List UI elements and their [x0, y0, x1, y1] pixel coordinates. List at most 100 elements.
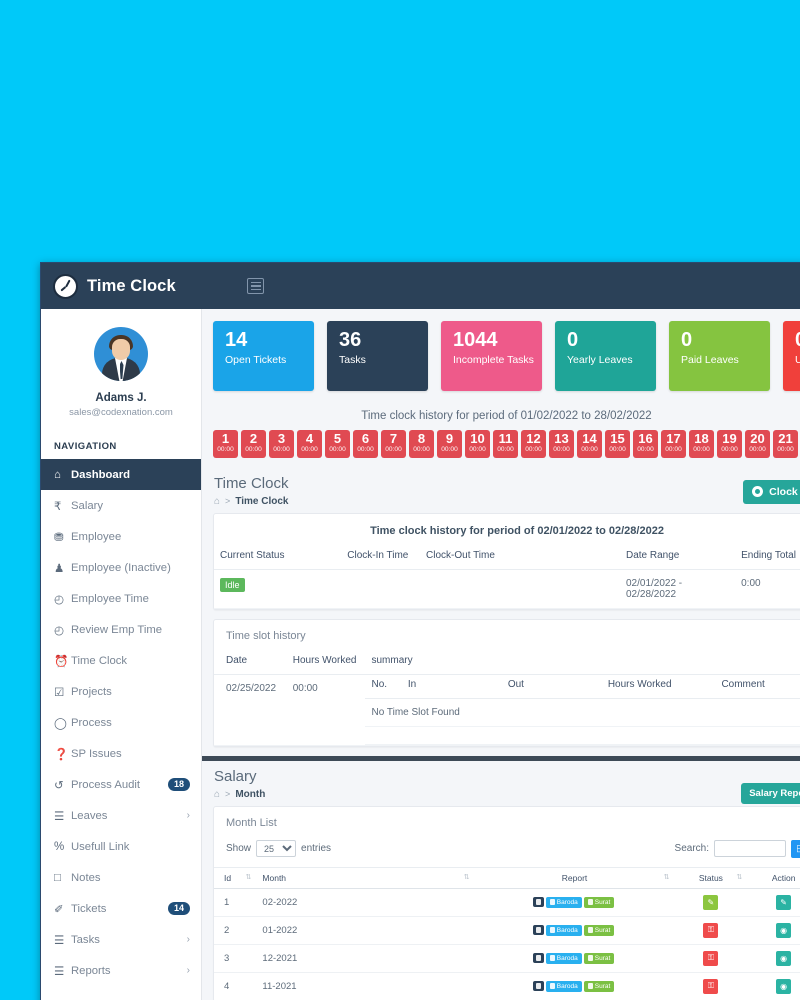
home-icon[interactable]: ⌂	[214, 496, 220, 507]
day-box[interactable]: 11 00:00	[493, 430, 518, 458]
stat-card-paid-leaves[interactable]: 0 Paid Leaves	[669, 321, 770, 391]
th-status[interactable]: Status ⇅	[674, 866, 748, 889]
day-box[interactable]: 6 00:00	[353, 430, 378, 458]
report-tag-baroda[interactable]: Baroda	[545, 980, 582, 992]
search-icon[interactable]: ◱	[791, 839, 800, 858]
stat-card-open-tickets[interactable]: 14 Open Tickets	[213, 321, 314, 391]
day-box[interactable]: 12 00:00	[521, 430, 546, 458]
sidebar-item-time-clock[interactable]: ⏰ Time Clock	[41, 645, 201, 676]
edit-icon[interactable]: ✎	[776, 894, 792, 910]
report-tag-baroda[interactable]: Baroda	[545, 896, 582, 908]
sidebar-item-process[interactable]: ◯ Process	[41, 707, 201, 738]
eye-icon[interactable]: ◉	[776, 978, 792, 994]
sidebar-item-process-audit[interactable]: ↺ Process Audit 18	[41, 769, 201, 800]
sidebar-item-salary[interactable]: ₹ Salary	[41, 490, 201, 521]
eye-icon[interactable]: ◉	[776, 922, 792, 938]
sidebar-item-projects[interactable]: ☑ Projects	[41, 676, 201, 707]
report-tag-surat[interactable]: Surat	[583, 952, 615, 964]
day-box[interactable]: 14 00:00	[577, 430, 602, 458]
home-icon[interactable]: ⌂	[214, 789, 220, 800]
stat-value: 0	[567, 329, 579, 351]
pdf-icon[interactable]	[532, 897, 544, 908]
sidebar-item-review-emp-time[interactable]: ◴ Review Emp Time	[41, 614, 201, 645]
table-row[interactable]: 3 12-2021 Baroda Surat ⚿ ◉	[214, 944, 800, 973]
edit-icon[interactable]: ✎	[703, 894, 719, 910]
sidebar-item-tickets[interactable]: ✐ Tickets 14	[41, 893, 201, 924]
report-tag-surat[interactable]: Surat	[583, 924, 615, 936]
show-label: Show	[226, 843, 252, 855]
sidebar-item-reports[interactable]: ☰ Reports ›	[41, 955, 201, 986]
sidebar-profile: Adams J. sales@codexnation.com	[41, 309, 201, 432]
report-tag-surat[interactable]: Surat	[583, 896, 615, 908]
sidebar-item-sp-issues[interactable]: ❓ SP Issues	[41, 738, 201, 769]
day-number: 8	[417, 431, 426, 446]
report-tag-surat[interactable]: Surat	[583, 980, 615, 992]
stat-card-unpaid-leaves[interactable]: 0 Unpaid Leaves	[783, 321, 800, 391]
lock-icon[interactable]: ⚿	[703, 978, 719, 994]
circle-icon: ◯	[54, 717, 67, 730]
day-box[interactable]: 18 00:00	[689, 430, 714, 458]
stat-card-yearly-leaves[interactable]: 0 Yearly Leaves	[555, 321, 656, 391]
day-time: 00:00	[413, 446, 430, 454]
salary-report-button[interactable]: Salary Report	[741, 782, 800, 804]
search-input[interactable]	[714, 840, 786, 858]
day-box[interactable]: 7 00:00	[381, 430, 406, 458]
brand-logo-area[interactable]: Time Clock	[41, 263, 202, 309]
day-time: 00:00	[665, 446, 682, 454]
clock-in-button[interactable]: Clock In	[743, 479, 800, 504]
day-box[interactable]: 10 00:00	[465, 430, 490, 458]
report-tag-baroda[interactable]: Baroda	[545, 952, 582, 964]
hamburger-icon[interactable]	[247, 278, 264, 294]
th-id[interactable]: Id ⇅	[214, 866, 257, 889]
sidebar-item-leaves[interactable]: ☰ Leaves ›	[41, 800, 201, 831]
lock-icon[interactable]: ⚿	[703, 922, 719, 938]
sidebar-item-notes[interactable]: □ Notes	[41, 862, 201, 893]
th-report[interactable]: Report ⇅	[474, 866, 675, 889]
entries-select[interactable]: 25	[256, 840, 297, 858]
day-box[interactable]: 20 00:00	[745, 430, 770, 458]
sidebar-item-dashboard[interactable]: ⌂ Dashboard	[41, 459, 201, 490]
sidebar-item-label: Review Emp Time	[71, 623, 163, 636]
table-row[interactable]: 1 02-2022 Baroda Surat ✎ ✎	[214, 888, 800, 917]
day-time: 00:00	[693, 446, 710, 454]
sidebar-item-tasks[interactable]: ☰ Tasks ›	[41, 924, 201, 955]
report-tag-baroda[interactable]: Baroda	[545, 924, 582, 936]
sidebar-item-employee-time[interactable]: ◴ Employee Time	[41, 583, 201, 614]
day-box[interactable]: 9 00:00	[437, 430, 462, 458]
day-box[interactable]: 2 00:00	[241, 430, 266, 458]
day-box[interactable]: 21 00:00	[773, 430, 798, 458]
month-table-header-row: Id ⇅ Month ⇅ Report ⇅ Status ⇅ Action	[214, 866, 800, 889]
report-tag-label: Surat	[594, 926, 611, 934]
day-box[interactable]: 1 00:00	[213, 430, 238, 458]
day-number: 9	[445, 431, 454, 446]
day-number: 4	[305, 431, 314, 446]
avatar[interactable]	[94, 327, 148, 381]
breadcrumb-separator: >	[225, 789, 231, 800]
day-box[interactable]: 13 00:00	[549, 430, 574, 458]
table-row[interactable]: 4 11-2021 Baroda Surat ⚿ ◉	[214, 972, 800, 1000]
clock-icon: ◴	[54, 593, 65, 606]
day-box[interactable]: 16 00:00	[633, 430, 658, 458]
day-number: 16	[638, 431, 653, 446]
stat-card-tasks[interactable]: 36 Tasks	[327, 321, 428, 391]
sidebar-item-employee-inactive[interactable]: ♟ Employee (Inactive)	[41, 552, 201, 583]
sidebar-item-usefull-link[interactable]: % Usefull Link	[41, 831, 201, 862]
day-box[interactable]: 17 00:00	[661, 430, 686, 458]
stat-card-incomplete-tasks[interactable]: 1044 Incomplete Tasks	[441, 321, 542, 391]
pdf-icon[interactable]	[532, 953, 544, 964]
day-box[interactable]: 15 00:00	[605, 430, 630, 458]
eye-icon[interactable]: ◉	[776, 950, 792, 966]
slot-table: Date Hours Worked summary 02/25/2022 00:…	[214, 650, 800, 746]
day-box[interactable]: 3 00:00	[269, 430, 294, 458]
cell-id: 4	[214, 972, 257, 1000]
day-box[interactable]: 8 00:00	[409, 430, 434, 458]
sidebar-item-employee[interactable]: ⛃ Employee	[41, 521, 201, 552]
day-box[interactable]: 19 00:00	[717, 430, 742, 458]
lock-icon[interactable]: ⚿	[703, 950, 719, 966]
th-month[interactable]: Month ⇅	[256, 866, 475, 889]
pdf-icon[interactable]	[532, 925, 544, 936]
pdf-icon[interactable]	[532, 981, 544, 992]
day-box[interactable]: 4 00:00	[297, 430, 322, 458]
day-box[interactable]: 5 00:00	[325, 430, 350, 458]
table-row[interactable]: 2 01-2022 Baroda Surat ⚿ ◉	[214, 916, 800, 945]
